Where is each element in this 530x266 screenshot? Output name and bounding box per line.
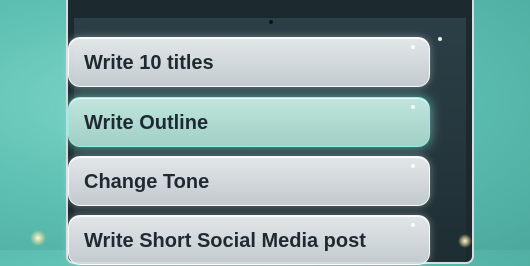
menu-item-label: Write Outline bbox=[84, 112, 209, 134]
status-indicator bbox=[438, 37, 442, 41]
menu-item-label: Write Short Social Media post bbox=[84, 230, 366, 252]
menu-item-label: Change Tone bbox=[84, 171, 210, 193]
menu-item-label: Write 10 titles bbox=[84, 52, 214, 74]
menu-item-write-titles[interactable]: Write 10 titles bbox=[68, 37, 430, 87]
card-dot bbox=[411, 164, 415, 168]
menu-item-social-post[interactable]: Write Short Social Media post bbox=[68, 215, 430, 265]
sparkle-decoration bbox=[30, 230, 46, 246]
menu-item-write-outline[interactable]: Write Outline bbox=[68, 97, 430, 147]
ai-action-menu: Write 10 titles Write Outline Change Ton… bbox=[68, 0, 438, 265]
card-dot bbox=[411, 105, 415, 109]
card-dot bbox=[411, 223, 415, 227]
card-dot bbox=[411, 45, 415, 49]
sparkle-decoration bbox=[458, 234, 472, 248]
menu-item-change-tone[interactable]: Change Tone bbox=[68, 156, 430, 206]
